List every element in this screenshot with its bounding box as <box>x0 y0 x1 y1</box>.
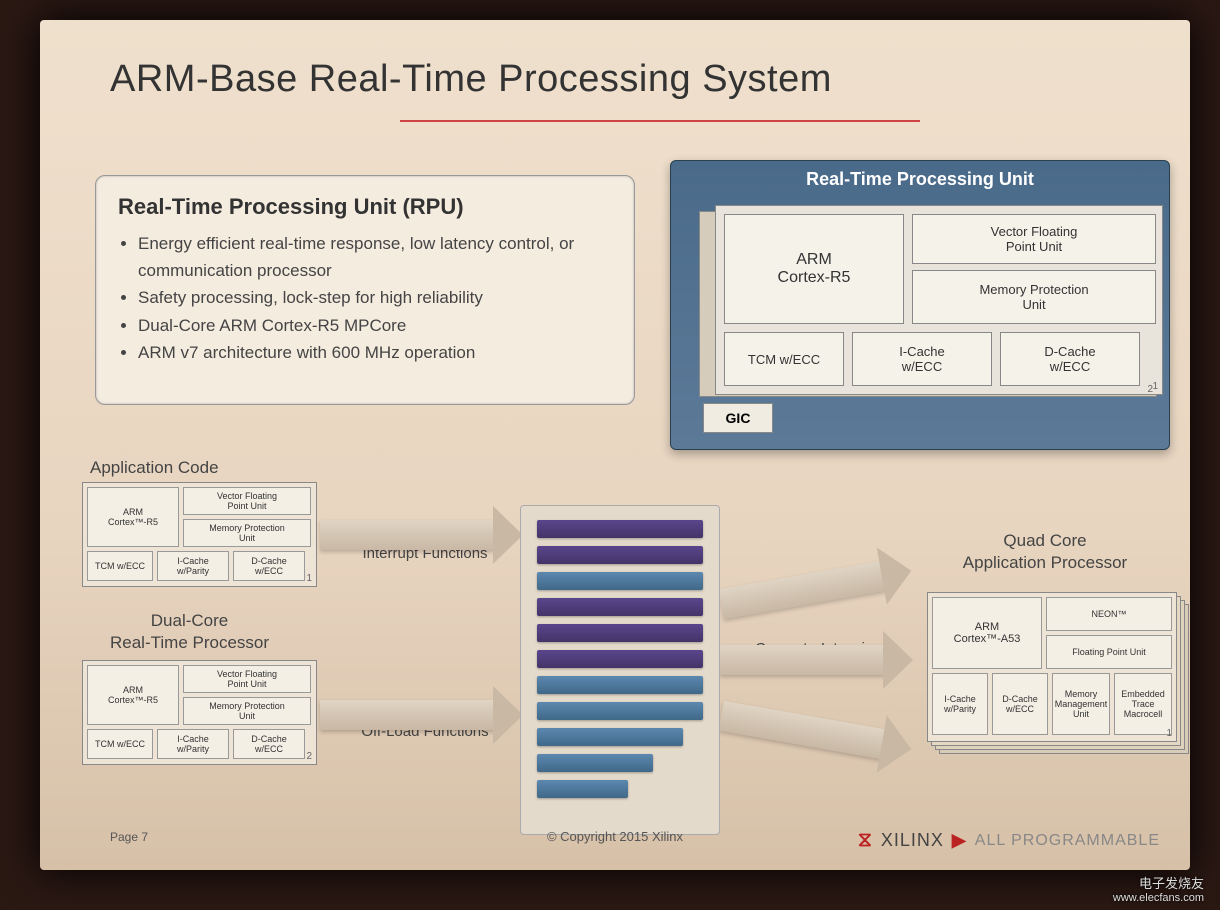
watermark-url: www.elecfans.com <box>1054 892 1204 904</box>
quad-core-block: ARM Cortex™-A53 NEON™ Floating Point Uni… <box>927 592 1177 742</box>
arrow-icon <box>719 701 887 759</box>
stack-bar <box>537 676 703 694</box>
mini-core: ARM Cortex™-R5 <box>87 487 179 547</box>
xilinx-logo-icon: ⧖ <box>858 829 873 852</box>
application-code-label: Application Code <box>90 458 219 478</box>
page-number: Page 7 <box>110 830 148 844</box>
quad-fpu: Floating Point Unit <box>1046 635 1172 669</box>
task-stack <box>520 505 720 835</box>
rpu-description-box: Real-Time Processing Unit (RPU) Energy e… <box>95 175 635 405</box>
rpu-bullet: Dual-Core ARM Cortex-R5 MPCore <box>138 312 612 339</box>
rpu-bullet: Energy efficient real-time response, low… <box>138 230 612 284</box>
rpu-dcache: D-Cache w/ECC <box>1000 332 1140 386</box>
stack-bar <box>537 520 703 538</box>
mini-tcm: TCM w/ECC <box>87 551 153 581</box>
mini-dcache: D-Cache w/ECC <box>233 551 305 581</box>
quad-dcache: D-Cache w/ECC <box>992 673 1048 735</box>
rpu-tcm: TCM w/ECC <box>724 332 844 386</box>
mini-tcm: TCM w/ECC <box>87 729 153 759</box>
slide: ARM-Base Real-Time Processing System Rea… <box>40 20 1190 870</box>
rpu-mpu: Memory Protection Unit <box>912 270 1156 324</box>
stack-bar <box>537 572 703 590</box>
mini-vfpu: Vector Floating Point Unit <box>183 665 311 693</box>
rpu-vfpu: Vector Floating Point Unit <box>912 214 1156 264</box>
brand-footer: ⧖ XILINX ▶ ALL PROGRAMMABLE <box>858 829 1160 852</box>
mini-icache: I-Cache w/Parity <box>157 729 229 759</box>
stack-bar <box>537 546 703 564</box>
quad-core-label: Quad Core Application Processor <box>950 530 1140 574</box>
stack-bar <box>537 754 653 772</box>
rpu-bullet: ARM v7 architecture with 600 MHz operati… <box>138 339 612 366</box>
slide-title: ARM-Base Real-Time Processing System <box>110 58 832 101</box>
arrow-icon <box>320 520 495 550</box>
copyright: © Copyright 2015 Xilinx <box>547 829 683 844</box>
rpu-box-title: Real-Time Processing Unit (RPU) <box>118 194 612 220</box>
quad-mmu: Memory Management Unit <box>1052 673 1110 735</box>
arrow-icon <box>720 645 885 675</box>
core-index: 1 <box>1166 728 1172 739</box>
rpu-core: ARM Cortex-R5 <box>724 214 904 324</box>
mini-vfpu: Vector Floating Point Unit <box>183 487 311 515</box>
rpu-bullet-list: Energy efficient real-time response, low… <box>138 230 612 366</box>
stack-bar <box>537 624 703 642</box>
core-index: 2 <box>1147 384 1153 395</box>
rpu-icache: I-Cache w/ECC <box>852 332 992 386</box>
mini-core-block-1: ARM Cortex™-R5 Vector Floating Point Uni… <box>82 482 317 587</box>
stack-bar <box>537 598 703 616</box>
stack-bar <box>537 650 703 668</box>
mini-icache: I-Cache w/Parity <box>157 551 229 581</box>
core-index: 1 <box>306 573 312 584</box>
stack-bar <box>537 728 683 746</box>
brand-name: XILINX <box>881 830 944 851</box>
rpu-block-diagram: Real-Time Processing Unit ARM Cortex-R5 … <box>670 160 1170 450</box>
arrow-icon <box>719 561 887 619</box>
rpu-bullet: Safety processing, lock-step for high re… <box>138 284 612 311</box>
stack-bar <box>537 780 628 798</box>
quad-neon: NEON™ <box>1046 597 1172 631</box>
rpu-diagram-title: Real-Time Processing Unit <box>671 161 1169 198</box>
rpu-gic: GIC <box>703 403 773 433</box>
watermark-cn: 电子发烧友 <box>1054 873 1204 892</box>
quad-etm: Embedded Trace Macrocell <box>1114 673 1172 735</box>
stack-bar <box>537 702 703 720</box>
accent-line <box>400 120 920 122</box>
core-index: 1 <box>1152 381 1158 392</box>
mini-core-block-2: ARM Cortex™-R5 Vector Floating Point Uni… <box>82 660 317 765</box>
mini-dcache: D-Cache w/ECC <box>233 729 305 759</box>
dual-core-label: Dual-Core Real-Time Processor <box>110 610 269 654</box>
mini-mpu: Memory Protection Unit <box>183 697 311 725</box>
brand-tagline: ALL PROGRAMMABLE <box>975 832 1160 850</box>
watermark: 电子发烧友 www.elecfans.com <box>1054 873 1204 904</box>
mini-core: ARM Cortex™-R5 <box>87 665 179 725</box>
quad-icache: I-Cache w/Parity <box>932 673 988 735</box>
arrow-icon <box>320 700 495 730</box>
mini-mpu: Memory Protection Unit <box>183 519 311 547</box>
quad-core: ARM Cortex™-A53 <box>932 597 1042 669</box>
chevron-icon: ▶ <box>952 830 967 851</box>
core-index: 2 <box>306 751 312 762</box>
